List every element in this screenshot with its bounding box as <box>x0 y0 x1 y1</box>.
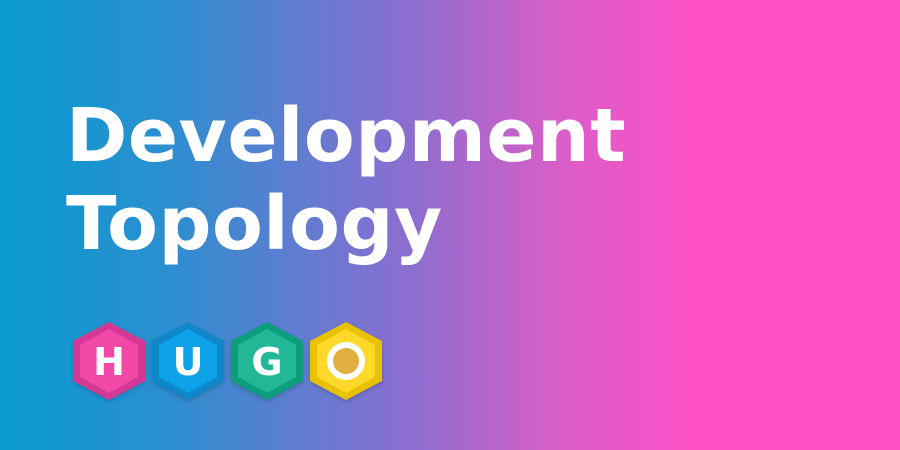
title-line-topology: Topology <box>66 181 443 267</box>
page-title: Development Topology <box>66 92 626 268</box>
logo-letter-h: H <box>93 340 125 384</box>
hugo-topology-banner: Development Topology H U G <box>0 0 900 450</box>
logo-letter-u: U <box>173 340 204 384</box>
h-letter-hexagon-icon: H <box>73 322 145 400</box>
u-letter-hexagon-icon: U <box>152 322 224 400</box>
o-circle-hexagon-icon <box>310 322 382 400</box>
hugo-logo-svg: H U G <box>73 322 382 400</box>
logo-letter-g: G <box>251 340 282 384</box>
title-line-development: Development <box>66 93 627 179</box>
hugo-logo: H U G <box>70 318 386 406</box>
g-letter-hexagon-icon: G <box>231 322 303 400</box>
